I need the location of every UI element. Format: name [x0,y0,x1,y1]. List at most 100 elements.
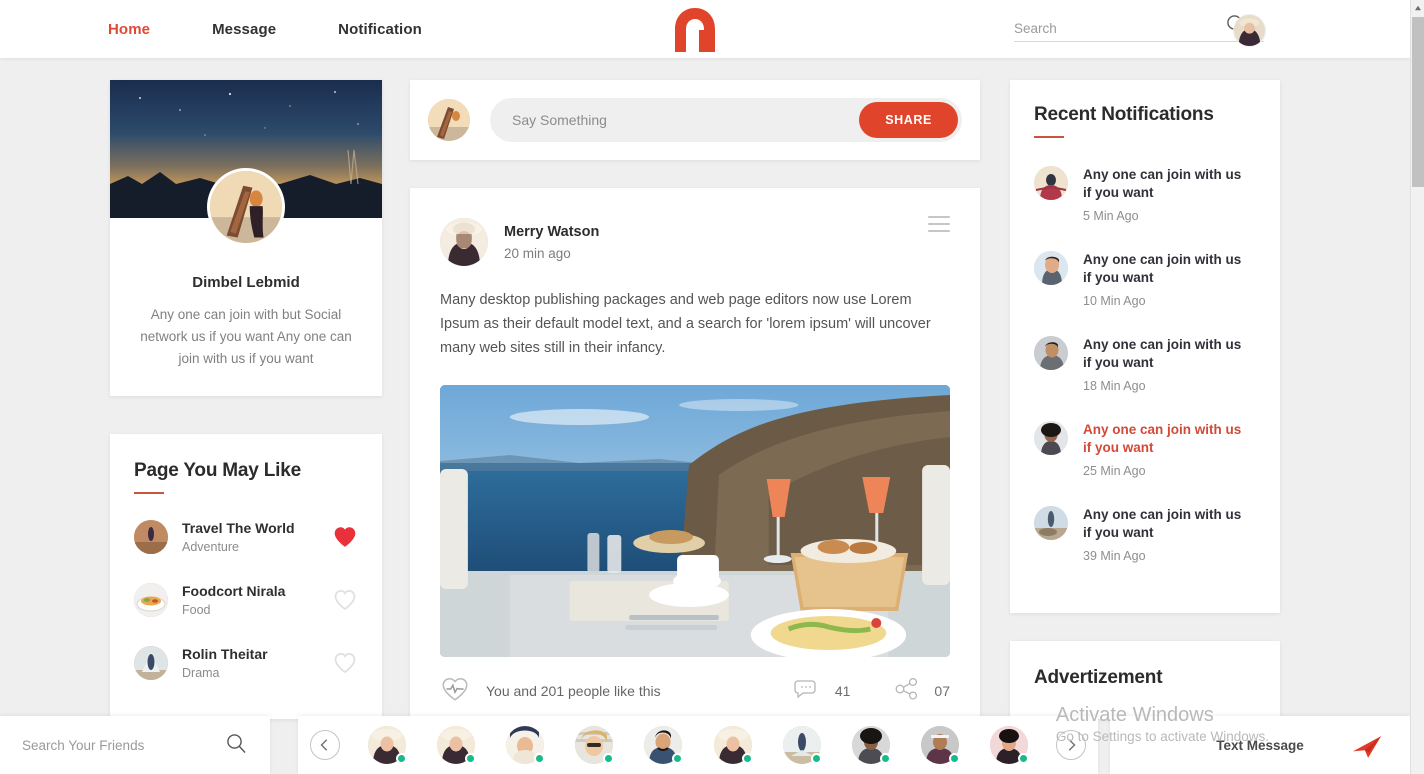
notification-time: 39 Min Ago [1083,549,1146,563]
main-navigation: Home Message Notification [108,21,484,38]
nav-item-home[interactable]: Home [108,21,150,38]
notification-body: Any one can join with us if you want 5 M… [1083,166,1253,223]
online-indicator [879,753,891,764]
composer-input[interactable] [512,112,860,128]
post-timestamp: 20 min ago [504,245,571,261]
friends-list [352,726,1044,764]
list-item[interactable] [644,726,684,764]
post-composer: SHARE [410,80,980,160]
advertisement-card: Advertizement [1010,641,1280,719]
list-item[interactable]: Foodcort Nirala Food [134,583,358,617]
app-root: Home Message Notification Search Dimbel … [0,0,1424,774]
header-search[interactable] [1014,12,1264,42]
text-message-label: Text Message [1216,737,1304,753]
list-item[interactable] [782,726,822,764]
like-count-text: You and 201 people like this [486,683,661,699]
carousel-prev-button[interactable] [310,730,340,760]
send-icon[interactable] [1350,734,1384,765]
notification-avatar [1034,421,1068,455]
list-item[interactable]: Rolin Theitar Drama [134,646,358,680]
notification-body: Any one can join with us if you want 10 … [1083,251,1253,308]
page-name: Rolin Theitar [182,646,268,662]
text-message-bar[interactable]: Text Message [1110,716,1410,774]
share-icon[interactable] [894,677,920,706]
online-indicator [395,753,407,764]
comment-stat[interactable]: 41 [793,677,850,706]
list-item[interactable]: Travel The World Adventure [134,520,358,554]
heart-pulse-icon[interactable] [440,675,470,708]
notification-avatar [1034,251,1068,285]
page-avatar [134,583,168,617]
composer-input-wrapper[interactable]: SHARE [490,98,962,142]
scrollbar-thumb[interactable] [1412,17,1424,187]
nav-item-notification[interactable]: Notification [338,21,422,38]
heart-outline-icon[interactable] [332,587,358,613]
list-item[interactable] [921,726,961,764]
friend-search-input[interactable] [22,737,224,753]
composer-user-avatar [428,99,470,141]
header-user-avatar[interactable] [1233,14,1266,47]
heart-filled-icon[interactable] [332,524,358,550]
online-indicator [949,753,961,764]
search-input[interactable] [1014,21,1224,36]
page-info: Travel The World Adventure [182,520,332,554]
post-meta: Merry Watson 20 min ago [504,224,599,261]
post-footer: You and 201 people like this 41 07 [440,657,950,719]
page-name: Travel The World [182,520,295,536]
heart-outline-icon[interactable] [332,650,358,676]
list-item[interactable] [990,726,1030,764]
list-item[interactable]: Any one can join with us if you want 10 … [1034,251,1256,308]
notification-avatar [1034,336,1068,370]
top-navbar: Home Message Notification [0,0,1410,58]
left-sidebar: Dimbel Lebmid Any one can join with but … [110,80,382,719]
pages-list: Travel The World Adventure Foodcort Nira… [134,520,358,680]
list-item[interactable]: Any one can join with us if you want 39 … [1034,506,1256,563]
recent-notifications-card: Recent Notifications Any one can join wi… [1010,80,1280,613]
list-item[interactable]: Any one can join with us if you want 25 … [1034,421,1256,478]
notification-body: Any one can join with us if you want 18 … [1083,336,1253,393]
notification-text: Any one can join with us if you want [1083,167,1242,200]
list-item[interactable] [367,726,407,764]
list-item[interactable] [436,726,476,764]
notification-body: Any one can join with us if you want 39 … [1083,506,1253,563]
carousel-next-button[interactable] [1056,730,1086,760]
list-item[interactable] [713,726,753,764]
share-stat[interactable]: 07 [894,677,950,706]
notification-time: 18 Min Ago [1083,379,1146,393]
pages-you-may-like-card: Page You May Like Travel The World Adven… [110,434,382,719]
nav-item-message[interactable]: Message [212,21,276,38]
page-info: Foodcort Nirala Food [182,583,332,617]
page-avatar [134,520,168,554]
logo-a-icon[interactable] [672,6,718,54]
post-author-avatar[interactable] [440,218,488,266]
list-item[interactable] [505,726,545,764]
online-indicator [603,753,615,764]
notifications-list: Any one can join with us if you want 5 M… [1034,166,1256,563]
list-item[interactable] [575,726,615,764]
notifications-title: Recent Notifications [1034,104,1214,125]
notification-text: Any one can join with us if you want [1083,337,1242,370]
friend-search-icon[interactable] [224,731,248,760]
post-text: Many desktop publishing packages and web… [440,292,931,356]
comment-icon[interactable] [793,677,821,706]
notification-time: 25 Min Ago [1083,464,1146,478]
page-info: Rolin Theitar Drama [182,646,332,680]
friends-carousel [298,716,1098,774]
list-item[interactable]: Any one can join with us if you want 18 … [1034,336,1256,393]
title-underline [1034,136,1064,138]
page-scrollbar[interactable] [1410,0,1424,774]
notification-body: Any one can join with us if you want 25 … [1083,421,1253,478]
page-name: Foodcort Nirala [182,583,286,599]
share-count: 07 [934,683,950,699]
like-group[interactable]: You and 201 people like this [440,675,661,708]
notification-text: Any one can join with us if you want [1083,252,1242,285]
page-category: Food [182,603,211,617]
scroll-up-button[interactable] [1411,0,1424,16]
friend-search-bar[interactable] [0,716,270,774]
profile-card: Dimbel Lebmid Any one can join with but … [110,80,382,396]
post-options-menu-icon[interactable] [928,216,950,237]
share-button[interactable]: SHARE [859,102,958,138]
online-indicator [533,753,545,764]
list-item[interactable]: Any one can join with us if you want 5 M… [1034,166,1256,223]
list-item[interactable] [851,726,891,764]
